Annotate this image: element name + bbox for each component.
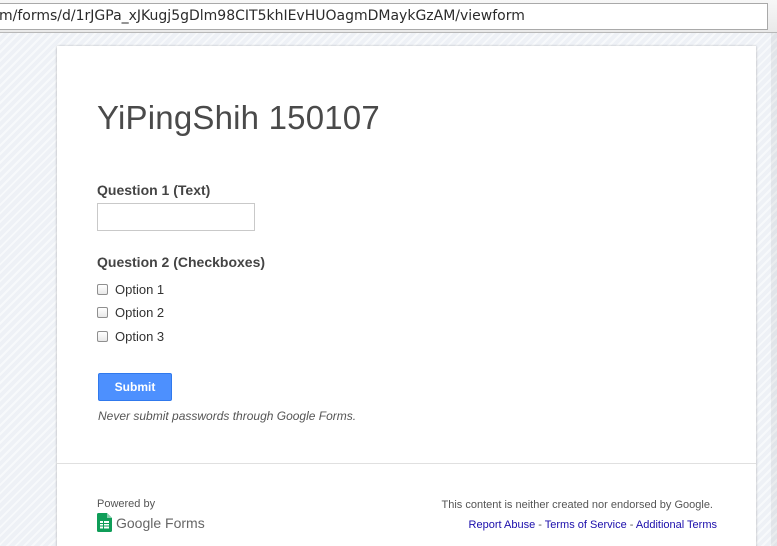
additional-terms-link[interactable]: Additional Terms [636,519,717,531]
checkbox-option-1[interactable]: Option 1 [97,281,164,297]
checkbox-option-label: Option 1 [115,281,165,297]
link-separator: - [535,519,545,531]
link-separator: - [626,519,636,531]
disclaimer-text: This content is neither created nor endo… [441,499,714,511]
terms-of-service-link[interactable]: Terms of Service [545,519,627,531]
question-2-label: Question 2 (Checkboxes) [97,254,266,270]
checkbox-option-label: Option 3 [115,328,165,344]
form-card: YiPingShih 150107 Question 1 (Text) Ques… [57,46,756,546]
report-abuse-link[interactable]: Report Abuse [469,519,536,531]
footer-divider [57,463,756,464]
google-sheets-icon [97,513,112,532]
checkbox-option-2[interactable]: Option 2 [97,304,164,320]
checkbox-option-3[interactable]: Option 3 [97,328,164,344]
form-title: YiPingShih 150107 [97,99,380,136]
page-scrollbar[interactable] [771,33,777,546]
checkbox[interactable] [97,330,108,342]
submit-button[interactable]: Submit [98,373,172,401]
logo-text: Google Forms [116,514,205,531]
footer-links: Report Abuse - Terms of Service - Additi… [469,519,717,531]
powered-by-label: Powered by [97,498,156,510]
checkbox-option-label: Option 2 [115,304,165,320]
checkbox[interactable] [97,283,108,295]
checkbox[interactable] [97,306,108,318]
question-1-text-input[interactable] [97,203,255,231]
password-warning: Never submit passwords through Google Fo… [98,409,357,423]
question-1-label: Question 1 (Text) [97,182,211,198]
url-field[interactable]: m/forms/d/1rJGPa_xJKugj5gDlm98CIT5khIEvH… [0,3,768,30]
browser-address-bar: m/forms/d/1rJGPa_xJKugj5gDlm98CIT5khIEvH… [0,0,777,33]
google-forms-logo[interactable]: Google Forms [97,513,205,532]
